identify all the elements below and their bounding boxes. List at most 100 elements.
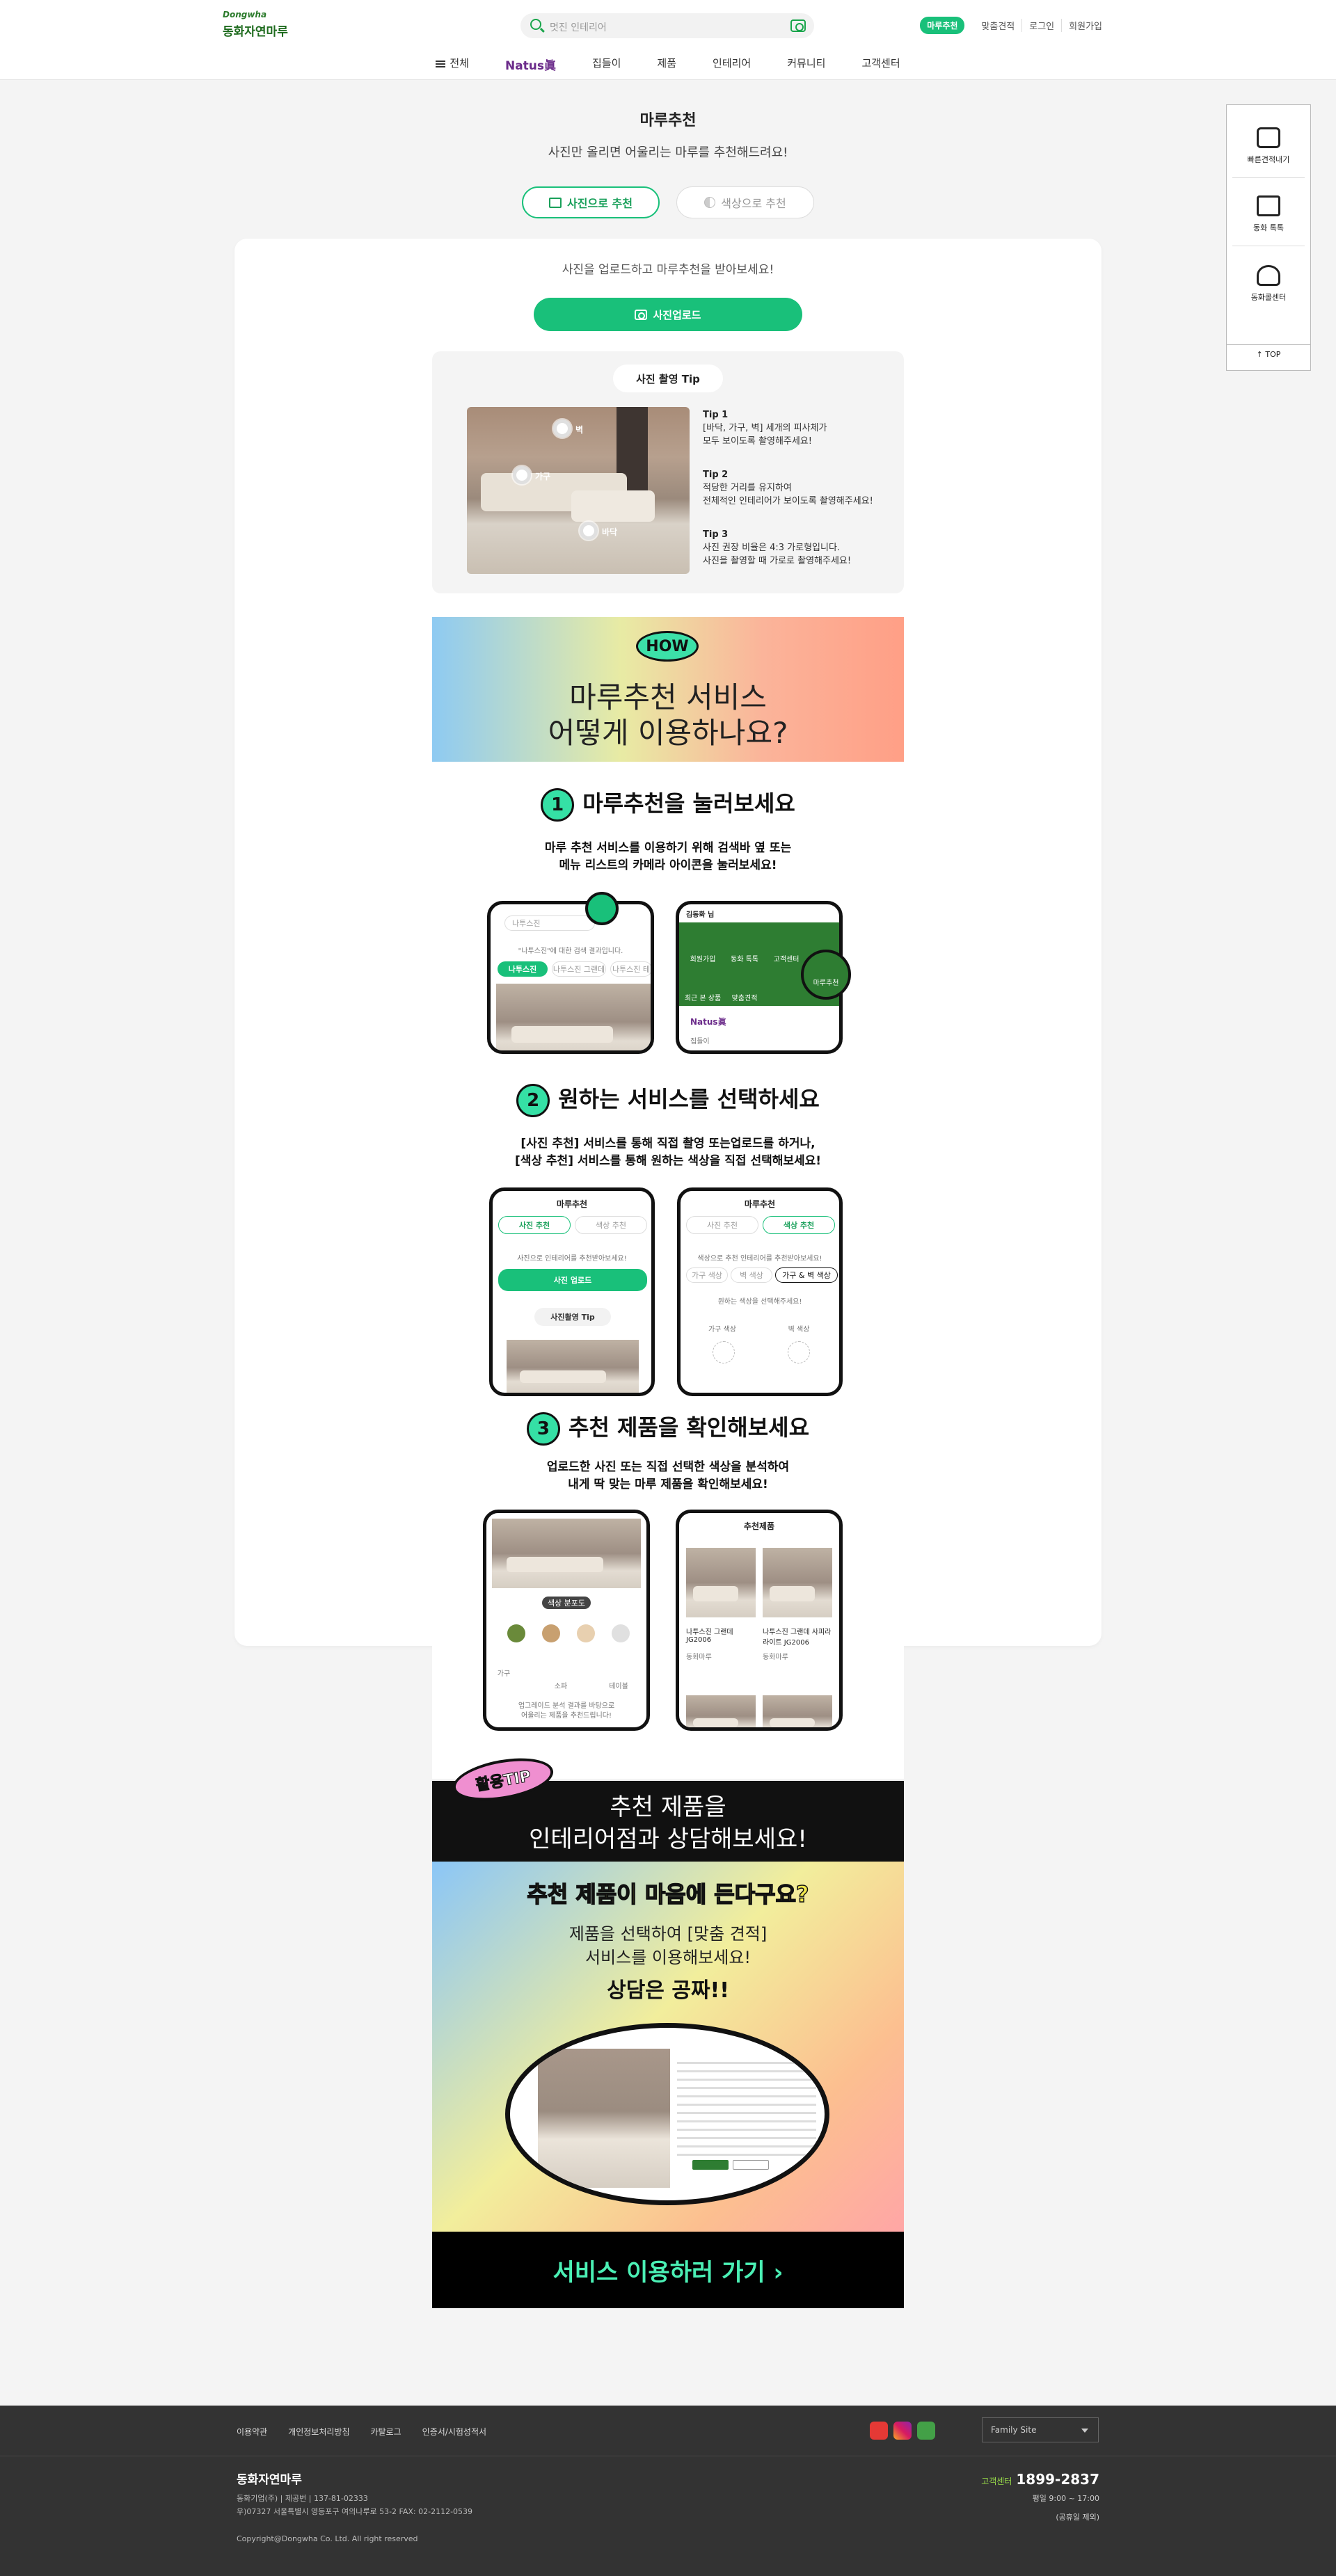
step-1-phone-search: 나투스진 "나투스진"에 대한 검색 결과입니다. 나투스진 나투스진 그랜데 … (487, 901, 654, 1054)
camera-icon (585, 892, 619, 925)
camera-icon (635, 309, 648, 320)
tab-photo-recommend[interactable]: 사진으로 추천 (522, 186, 660, 218)
logo[interactable]: Dongwha 동화자연마루 (223, 10, 288, 39)
tab-color-recommend[interactable]: 색상으로 추천 (676, 186, 814, 218)
logo-english: Dongwha (223, 10, 267, 19)
tip-example-photo: 벽 가구 바닥 (467, 407, 690, 574)
footer-nav: 이용약관 개인정보처리방침 카탈로그 인증서/시험성적서 (237, 2426, 486, 2438)
mock-chip: 나투스진 테 (610, 961, 651, 977)
custom-estimate-link[interactable]: 맞춤견적 (974, 19, 1021, 32)
instagram-icon[interactable] (893, 2422, 912, 2440)
consult-line-1: 제품을 선택하여 [맞춤 견적] (568, 1924, 768, 1944)
arrow-up-icon: ↑ (1256, 350, 1266, 359)
search-bar[interactable]: 멋진 인테리어 (520, 13, 814, 38)
nav-customer-center[interactable]: 고객센터 (843, 56, 918, 73)
logo-korean: 동화자연마루 (223, 25, 288, 39)
footer-certificate-link[interactable]: 인증서/시험성적서 (422, 2426, 486, 2438)
footer-holiday: (공휴일 제외) (1056, 2513, 1099, 2522)
headset-icon (1257, 265, 1280, 286)
quick-estimate[interactable]: 빠른견적내기 (1227, 127, 1310, 165)
footer-hours: 평일 9:00 ~ 17:00 (1032, 2494, 1099, 2503)
step-2-phone-photo: 마루추천 사진 추천 색상 추천 사진으로 인테리어를 추천받아보세요! 사진 … (489, 1187, 655, 1396)
footer-catalog-link[interactable]: 카탈로그 (371, 2426, 401, 2438)
step-3-title: 3 추천 제품을 확인해보세요 (432, 1410, 904, 1446)
nav-interior[interactable]: 인테리어 (694, 56, 769, 73)
maru-recommend-link[interactable]: 마루추천 (920, 17, 965, 34)
page-title: 마루추천 (639, 112, 697, 129)
camera-icon[interactable] (790, 19, 806, 32)
half-circle-icon (704, 197, 716, 208)
cs-phone[interactable]: 1899-2837 (1016, 2471, 1099, 2488)
step-1-desc: 마루 추천 서비스를 이용하기 위해 검색바 옆 또는 메뉴 리스트의 카메라 아… (544, 841, 792, 872)
step-3-phone-analysis: 색상 분포도 가구 소파 테이블 업그레이드 분석 결과를 바탕으로 어울리는 … (483, 1510, 650, 1731)
tip-1: Tip 1 [바닥, 가구, 벽] 세개의 피사체가 모두 보이도록 촬영해주세요! (703, 410, 827, 447)
image-icon (549, 197, 562, 208)
footer (0, 2406, 1336, 2576)
quick-menu: 빠른견적내기 동화 톡톡 동화콜센터 ↑ TOP (1226, 104, 1311, 371)
footer-privacy-link[interactable]: 개인정보처리방침 (288, 2426, 349, 2438)
search-placeholder: 멋진 인테리어 (550, 22, 607, 33)
consult-question: 추천 제품이 마음에 든다구요? (527, 1880, 810, 1908)
how-badge: HOW (636, 631, 699, 662)
mock-user: 김동화 님 (686, 911, 715, 919)
talk-icon[interactable] (917, 2422, 935, 2440)
chat-icon (1257, 195, 1280, 216)
product-preview-oval (505, 2023, 829, 2205)
photo-upload-button[interactable]: 사진업로드 (534, 298, 802, 331)
nav-natus[interactable]: Natus眞 (487, 56, 574, 73)
footer-terms-link[interactable]: 이용약관 (237, 2426, 267, 2438)
footer-info-2: 우)07327 서울특별시 영등포구 여의나루로 53-2 FAX: 02-21… (237, 2507, 473, 2516)
upload-hint: 사진을 업로드하고 마루추천을 받아보세요! (562, 263, 774, 277)
mock-result: "나투스진"에 대한 검색 결과입니다. (518, 947, 623, 955)
nav-community[interactable]: 커뮤니티 (769, 56, 843, 73)
mock-search: 나투스진 (504, 915, 595, 931)
step-2-desc: [사진 추천] 서비스를 통해 직접 촬영 또는업로드를 하거나, [색상 추천]… (514, 1137, 822, 1168)
maru-recommend-camera-icon: 마루추천 (801, 950, 851, 1000)
wall-label: 벽 (575, 425, 584, 435)
login-link[interactable]: 로그인 (1021, 19, 1061, 32)
how-banner: HOW 마루추천 서비스 어떻게 이용하나요? (432, 617, 904, 762)
step-3-phone-products: 추천제품 나투스진 그랜데 JG2006 나투스진 그랜데 사피라 라이트 JG… (676, 1510, 843, 1731)
page-subtitle: 사진만 올리면 어울리는 마루를 추천해드려요! (548, 145, 788, 160)
family-site-select[interactable]: Family Site (982, 2417, 1099, 2442)
footer-copyright: Copyright@Dongwha Co. Ltd. All right res… (237, 2534, 418, 2543)
youtube-icon[interactable] (870, 2422, 888, 2440)
plus-icon (713, 1341, 735, 1363)
site-header: Dongwha 동화자연마루 멋진 인테리어 마루추천 맞춤견적 로그인 회원가… (0, 0, 1336, 80)
quick-talk[interactable]: 동화 톡톡 (1227, 195, 1310, 233)
floor-marker (580, 522, 598, 540)
tip-bar-line-2: 인테리어점과 상담해보세요! (529, 1825, 807, 1853)
furniture-label: 가구 (535, 472, 551, 481)
mock-chip: 나투스진 (498, 961, 548, 977)
plus-icon (788, 1341, 810, 1363)
signup-link[interactable]: 회원가입 (1061, 19, 1109, 32)
top-links: 마루추천 맞춤견적 로그인 회원가입 (920, 17, 1109, 34)
footer-info-1: 동화기업(주) | 제공번 | 137-81-02333 (237, 2494, 368, 2503)
step-2-title: 2 원하는 서비스를 선택하세요 (432, 1082, 904, 1117)
mock-room-photo (496, 984, 651, 1050)
consult-free: 상담은 공짜!! (607, 1978, 729, 2003)
quick-call-center[interactable]: 동화콜센터 (1227, 265, 1310, 303)
nav-all[interactable]: 전체 (418, 56, 487, 73)
scroll-top-button[interactable]: ↑ TOP (1227, 350, 1310, 359)
menu-icon (436, 60, 446, 67)
estimate-icon (1257, 127, 1280, 148)
step-2-phone-color: 마루추천 사진 추천 색상 추천 색상으로 추천 인테리어를 추천받아보세요! … (677, 1187, 843, 1396)
main-nav: 전체 Natus眞 집들이 제품 인테리어 커뮤니티 고객센터 (0, 56, 1336, 73)
go-service-button[interactable]: 서비스 이용하러 가기 › (432, 2232, 904, 2308)
search-icon[interactable] (530, 19, 541, 30)
floor-label: 바닥 (602, 527, 618, 537)
guide-steps: 1 마루추천을 눌러보세요 마루 추천 서비스를 이용하기 위해 검색바 옆 또는… (432, 762, 904, 1779)
tip-2: Tip 2 적당한 거리를 유지하여 전체적인 인테리어가 보이도록 촬영해주세요! (703, 470, 873, 506)
step-3-desc: 업로드한 사진 또는 직접 선택한 색상을 분석하여 내게 딱 맞는 마루 제품을… (546, 1460, 790, 1491)
nav-products[interactable]: 제품 (639, 56, 694, 73)
consult-line-2: 서비스를 이용해보세요! (584, 1948, 752, 1967)
footer-company-name: 동화자연마루 (237, 2473, 302, 2487)
footer-cs: 고객센터 1899-2837 (981, 2471, 1099, 2488)
wall-marker (553, 419, 571, 438)
how-title-line-2: 어떻게 이용하나요? (548, 716, 788, 750)
photo-tip-title: 사진 촬영 Tip (613, 365, 723, 392)
nav-housewarming[interactable]: 집들이 (574, 56, 639, 73)
step-1-title: 1 마루추천을 눌러보세요 (432, 786, 904, 822)
tip-3: Tip 3 사진 권장 비율은 4:3 가로형입니다. 사진을 촬영할 때 가로로 … (703, 529, 852, 566)
